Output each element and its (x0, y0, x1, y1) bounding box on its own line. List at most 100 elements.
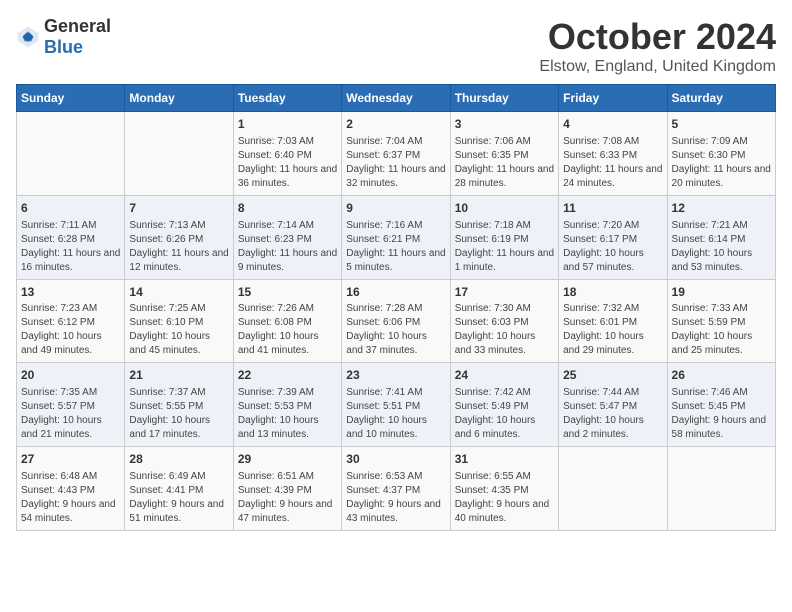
calendar-day-cell: 24Sunrise: 7:42 AM Sunset: 5:49 PM Dayli… (450, 363, 558, 447)
day-info: Sunrise: 7:20 AM Sunset: 6:17 PM Dayligh… (563, 219, 662, 275)
day-number: 12 (672, 200, 771, 217)
calendar-day-cell: 12Sunrise: 7:21 AM Sunset: 6:14 PM Dayli… (667, 195, 775, 279)
calendar-day-cell: 25Sunrise: 7:44 AM Sunset: 5:47 PM Dayli… (559, 363, 667, 447)
calendar-table: SundayMondayTuesdayWednesdayThursdayFrid… (16, 84, 776, 531)
day-info: Sunrise: 6:49 AM Sunset: 4:41 PM Dayligh… (129, 470, 228, 526)
day-number: 10 (455, 200, 554, 217)
day-number: 29 (238, 451, 337, 468)
calendar-day-cell: 19Sunrise: 7:33 AM Sunset: 5:59 PM Dayli… (667, 279, 775, 363)
calendar-day-cell: 28Sunrise: 6:49 AM Sunset: 4:41 PM Dayli… (125, 447, 233, 531)
calendar-day-cell: 4 Sunrise: 7:08 AM Sunset: 6:33 PM Daylig… (559, 112, 667, 196)
logo-icon (16, 25, 40, 49)
calendar-day-cell (667, 447, 775, 531)
day-info: Sunrise: 7:30 AM Sunset: 6:03 PM Dayligh… (455, 302, 554, 358)
day-info: Sunrise: 7:18 AM Sunset: 6:19 PM Dayligh… (455, 219, 554, 275)
calendar-week-row: 6 Sunrise: 7:11 AM Sunset: 6:28 PM Daylig… (17, 195, 776, 279)
page-header: General Blue October 2024 Elstow, Englan… (16, 16, 776, 76)
day-of-week-header: Thursday (450, 85, 558, 112)
day-of-week-header: Tuesday (233, 85, 341, 112)
calendar-day-cell: 29 Sunrise: 6:51 AM Sunset: 4:39 PM Dayli… (233, 447, 341, 531)
day-number: 13 (21, 284, 120, 301)
day-number: 3 (455, 116, 554, 133)
day-number: 15 (238, 284, 337, 301)
day-info: Sunrise: 7:11 AM Sunset: 6:28 PM Dayligh… (21, 219, 120, 275)
calendar-day-cell: 15Sunrise: 7:26 AM Sunset: 6:08 PM Dayli… (233, 279, 341, 363)
day-number: 20 (21, 367, 120, 384)
day-number: 23 (346, 367, 445, 384)
calendar-day-cell: 8Sunrise: 7:14 AM Sunset: 6:23 PM Daylig… (233, 195, 341, 279)
calendar-day-cell: 3 Sunrise: 7:06 AM Sunset: 6:35 PM Daylig… (450, 112, 558, 196)
calendar-day-cell: 16Sunrise: 7:28 AM Sunset: 6:06 PM Dayli… (342, 279, 450, 363)
location-subtitle: Elstow, England, United Kingdom (539, 58, 776, 76)
calendar-day-cell: 31 Sunrise: 6:55 AM Sunset: 4:35 PM Dayli… (450, 447, 558, 531)
calendar-day-cell (559, 447, 667, 531)
calendar-day-cell: 27 Sunrise: 6:48 AM Sunset: 4:43 PM Dayli… (17, 447, 125, 531)
day-info: Sunrise: 6:51 AM Sunset: 4:39 PM Dayligh… (238, 470, 337, 526)
calendar-day-cell: 23 Sunrise: 7:41 AM Sunset: 5:51 PM Dayli… (342, 363, 450, 447)
day-number: 27 (21, 451, 120, 468)
day-info: Sunrise: 7:16 AM Sunset: 6:21 PM Dayligh… (346, 219, 445, 275)
day-number: 5 (672, 116, 771, 133)
calendar-day-cell: 21Sunrise: 7:37 AM Sunset: 5:55 PM Dayli… (125, 363, 233, 447)
day-number: 1 (238, 116, 337, 133)
day-of-week-header: Wednesday (342, 85, 450, 112)
day-number: 11 (563, 200, 662, 217)
month-title: October 2024 (539, 16, 776, 58)
calendar-day-cell: 13Sunrise: 7:23 AM Sunset: 6:12 PM Dayli… (17, 279, 125, 363)
day-number: 19 (672, 284, 771, 301)
calendar-week-row: 1 Sunrise: 7:03 AM Sunset: 6:40 PM Daylig… (17, 112, 776, 196)
day-info: Sunrise: 7:28 AM Sunset: 6:06 PM Dayligh… (346, 302, 445, 358)
day-info: Sunrise: 7:04 AM Sunset: 6:37 PM Dayligh… (346, 135, 445, 191)
calendar-day-cell: 20 Sunrise: 7:35 AM Sunset: 5:57 PM Dayli… (17, 363, 125, 447)
day-info: Sunrise: 7:25 AM Sunset: 6:10 PM Dayligh… (129, 302, 228, 358)
calendar-day-cell: 5Sunrise: 7:09 AM Sunset: 6:30 PM Daylig… (667, 112, 775, 196)
day-info: Sunrise: 7:06 AM Sunset: 6:35 PM Dayligh… (455, 135, 554, 191)
day-number: 9 (346, 200, 445, 217)
day-number: 2 (346, 116, 445, 133)
day-number: 26 (672, 367, 771, 384)
calendar-day-cell: 1 Sunrise: 7:03 AM Sunset: 6:40 PM Daylig… (233, 112, 341, 196)
calendar-day-cell (17, 112, 125, 196)
logo-blue-text: Blue (44, 37, 83, 57)
day-info: Sunrise: 7:03 AM Sunset: 6:40 PM Dayligh… (238, 135, 337, 191)
day-info: Sunrise: 7:08 AM Sunset: 6:33 PM Dayligh… (563, 135, 662, 191)
day-number: 30 (346, 451, 445, 468)
calendar-day-cell: 11 Sunrise: 7:20 AM Sunset: 6:17 PM Dayli… (559, 195, 667, 279)
day-number: 4 (563, 116, 662, 133)
calendar-week-row: 13Sunrise: 7:23 AM Sunset: 6:12 PM Dayli… (17, 279, 776, 363)
day-number: 22 (238, 367, 337, 384)
day-info: Sunrise: 7:32 AM Sunset: 6:01 PM Dayligh… (563, 302, 662, 358)
day-number: 8 (238, 200, 337, 217)
day-of-week-header: Monday (125, 85, 233, 112)
day-info: Sunrise: 7:13 AM Sunset: 6:26 PM Dayligh… (129, 219, 228, 275)
calendar-day-cell: 10 Sunrise: 7:18 AM Sunset: 6:19 PM Dayli… (450, 195, 558, 279)
day-number: 18 (563, 284, 662, 301)
calendar-day-cell: 26Sunrise: 7:46 AM Sunset: 5:45 PM Dayli… (667, 363, 775, 447)
day-info: Sunrise: 7:41 AM Sunset: 5:51 PM Dayligh… (346, 386, 445, 442)
calendar-day-cell: 14Sunrise: 7:25 AM Sunset: 6:10 PM Dayli… (125, 279, 233, 363)
calendar-day-cell: 7 Sunrise: 7:13 AM Sunset: 6:26 PM Daylig… (125, 195, 233, 279)
day-number: 6 (21, 200, 120, 217)
day-number: 16 (346, 284, 445, 301)
day-number: 7 (129, 200, 228, 217)
calendar-day-cell: 9 Sunrise: 7:16 AM Sunset: 6:21 PM Daylig… (342, 195, 450, 279)
day-info: Sunrise: 7:44 AM Sunset: 5:47 PM Dayligh… (563, 386, 662, 442)
calendar-week-row: 27 Sunrise: 6:48 AM Sunset: 4:43 PM Dayli… (17, 447, 776, 531)
calendar-day-cell: 30 Sunrise: 6:53 AM Sunset: 4:37 PM Dayli… (342, 447, 450, 531)
day-info: Sunrise: 6:55 AM Sunset: 4:35 PM Dayligh… (455, 470, 554, 526)
day-number: 14 (129, 284, 228, 301)
calendar-day-cell: 2 Sunrise: 7:04 AM Sunset: 6:37 PM Daylig… (342, 112, 450, 196)
day-info: Sunrise: 7:35 AM Sunset: 5:57 PM Dayligh… (21, 386, 120, 442)
day-of-week-header: Friday (559, 85, 667, 112)
day-of-week-header: Saturday (667, 85, 775, 112)
logo-general-text: General (44, 16, 111, 36)
day-info: Sunrise: 7:26 AM Sunset: 6:08 PM Dayligh… (238, 302, 337, 358)
day-number: 31 (455, 451, 554, 468)
day-info: Sunrise: 6:53 AM Sunset: 4:37 PM Dayligh… (346, 470, 445, 526)
day-number: 17 (455, 284, 554, 301)
day-info: Sunrise: 7:23 AM Sunset: 6:12 PM Dayligh… (21, 302, 120, 358)
calendar-header-row: SundayMondayTuesdayWednesdayThursdayFrid… (17, 85, 776, 112)
day-of-week-header: Sunday (17, 85, 125, 112)
calendar-day-cell: 17Sunrise: 7:30 AM Sunset: 6:03 PM Dayli… (450, 279, 558, 363)
day-info: Sunrise: 6:48 AM Sunset: 4:43 PM Dayligh… (21, 470, 120, 526)
